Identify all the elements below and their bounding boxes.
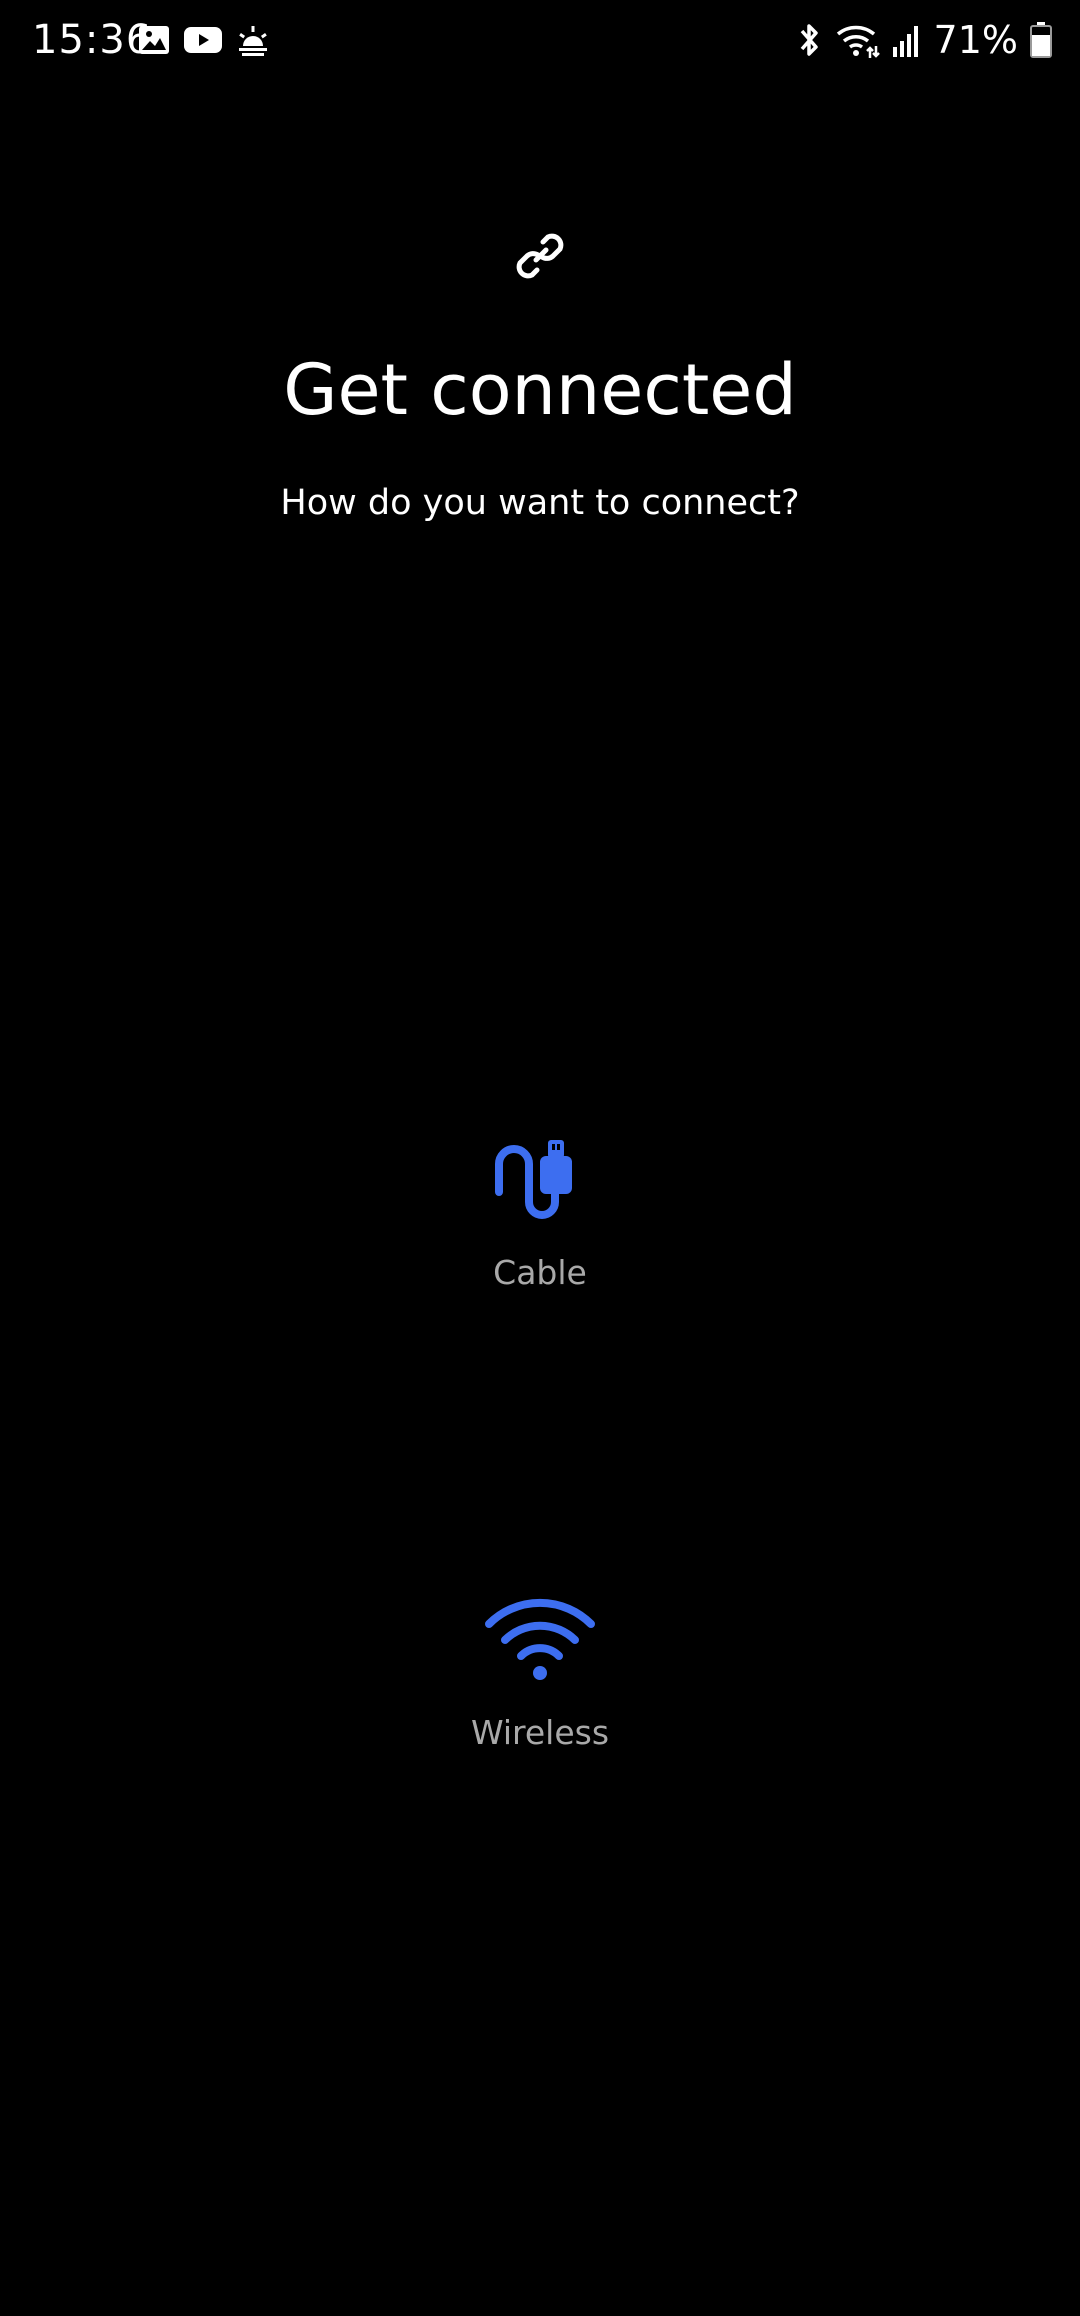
cable-icon <box>485 1130 595 1230</box>
battery-icon <box>1030 22 1052 58</box>
wifi-icon <box>836 22 880 58</box>
link-icon <box>510 226 570 286</box>
youtube-icon <box>184 25 222 55</box>
signal-icon <box>892 23 922 57</box>
status-bar: 15:36 71% <box>0 0 1080 80</box>
wireless-option-button[interactable]: Wireless <box>390 1590 690 1760</box>
battery-percentage: 71% <box>933 18 1018 62</box>
cable-option-button[interactable]: Cable <box>390 1130 690 1310</box>
cable-option-label: Cable <box>493 1253 587 1292</box>
wireless-option-label: Wireless <box>470 1713 610 1752</box>
status-time: 15:36 <box>32 17 153 63</box>
gallery-icon <box>138 24 170 56</box>
page-title: Get connected <box>283 349 797 431</box>
page-subtitle: How do you want to connect? <box>280 483 800 523</box>
status-notification-icons <box>138 20 270 60</box>
weather-sunrise-icon <box>236 24 270 56</box>
status-system-icons: 71% <box>796 14 1052 66</box>
bluetooth-icon <box>796 21 824 59</box>
wireless-wifi-icon <box>485 1590 595 1690</box>
